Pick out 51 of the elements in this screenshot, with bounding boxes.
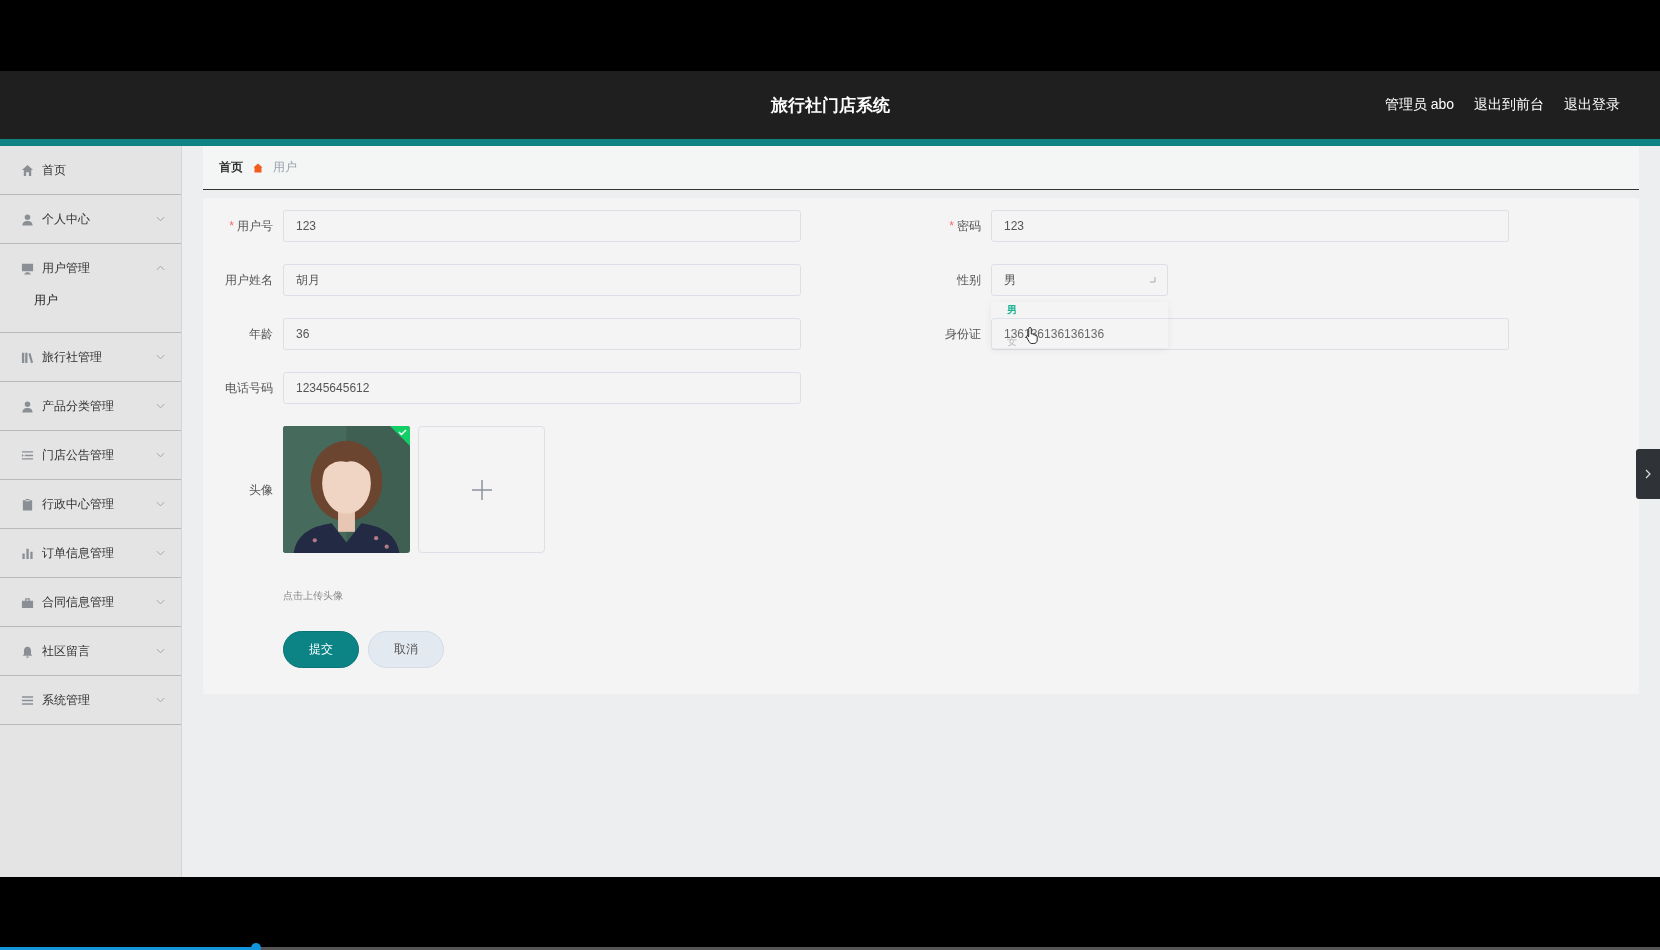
sidebar-item[interactable]: 旅行社管理 <box>0 333 181 381</box>
breadcrumb-item[interactable]: 首页 <box>219 159 243 176</box>
clipboard-icon <box>21 497 34 511</box>
sidebar-item[interactable]: 个人中心 <box>0 195 181 243</box>
sidebar-item[interactable]: 合同信息管理 <box>0 578 181 626</box>
menu-icon <box>21 693 34 707</box>
books-icon <box>21 350 34 364</box>
sidebar-item[interactable]: 行政中心管理 <box>0 480 181 528</box>
input-field[interactable]: 12345645612 <box>283 372 801 404</box>
progress-handle[interactable] <box>250 943 261 950</box>
sidebar-item[interactable]: 用户管理 <box>0 244 181 292</box>
field-label: 年龄 <box>248 325 273 343</box>
app-title: 旅行社门店系统 <box>770 94 890 117</box>
home-icon <box>253 162 263 173</box>
plus-icon <box>471 479 492 500</box>
select-field[interactable]: 男 <box>991 264 1168 296</box>
sidebar-item[interactable]: 首页 <box>0 146 181 194</box>
sidebar-item[interactable]: 门店公告管理 <box>0 431 181 479</box>
submit-button[interactable]: 提交 <box>283 631 359 668</box>
field-label: 用户姓名 <box>224 271 273 289</box>
header-link[interactable]: 退出登录 <box>1564 96 1620 114</box>
bar-chart-icon <box>21 546 34 560</box>
input-field[interactable]: 123 <box>991 210 1509 242</box>
sidebar-item[interactable]: 产品分类管理 <box>0 382 181 430</box>
sidebar-item[interactable]: 社区留言 <box>0 627 181 675</box>
input-field[interactable]: 36 <box>283 318 801 350</box>
header-link[interactable]: 退出到前台 <box>1474 96 1544 114</box>
field-label: 身份证 <box>944 325 981 343</box>
briefcase-icon <box>21 595 34 609</box>
side-toggle-button[interactable] <box>1636 449 1660 499</box>
chevron-icon <box>1645 469 1651 479</box>
cancel-button[interactable]: 取消 <box>368 631 444 668</box>
monitor-icon <box>21 261 34 275</box>
field-label: 头像 <box>248 482 273 499</box>
home-icon <box>21 163 34 177</box>
sidebar-item[interactable]: 订单信息管理 <box>0 529 181 577</box>
list-icon <box>21 448 34 462</box>
input-field[interactable]: 123 <box>283 210 801 242</box>
person-icon <box>21 212 34 226</box>
field-label: 性别 <box>956 271 981 289</box>
required-mark: * <box>949 218 954 233</box>
sidebar-item[interactable]: 系统管理 <box>0 676 181 724</box>
upload-hint: 点击上传头像 <box>283 589 344 603</box>
header-link[interactable]: 管理员 abo <box>1384 96 1454 114</box>
required-mark: * <box>229 218 234 233</box>
field-label: * 用户号 <box>228 217 273 235</box>
person-icon <box>21 399 34 413</box>
input-field[interactable]: 胡月 <box>283 264 801 296</box>
field-label: 电话号码 <box>224 379 273 397</box>
sidebar-subitem[interactable]: 用户 <box>0 292 181 332</box>
field-label: * 密码 <box>948 217 981 235</box>
